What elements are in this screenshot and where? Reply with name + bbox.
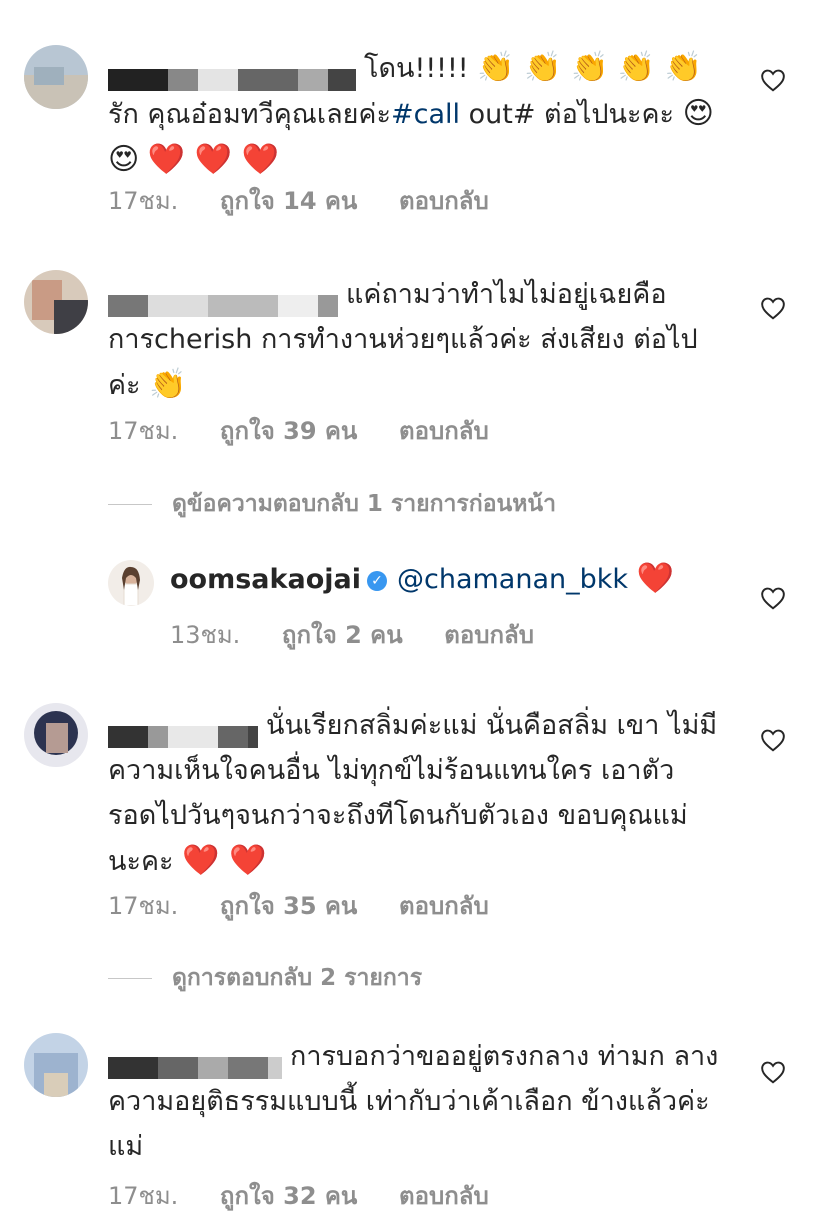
timestamp: 17ชม.: [108, 1182, 179, 1210]
avatar-image: [24, 1033, 88, 1097]
reply-button[interactable]: ตอบกลับ: [444, 621, 534, 649]
comment-text: นั่นเรียกสลิ่มค่ะแม่ นั่นคือสลิ่ม เขา ไม…: [108, 703, 720, 884]
clap-emoji-icon: 👏: [149, 367, 187, 402]
likes-count[interactable]: ถูกใจ 2 คน: [282, 621, 403, 649]
view-replies[interactable]: ดูการตอบกลับ 2 รายการ: [108, 960, 422, 996]
divider: [108, 504, 152, 505]
comment-meta: 17ชม. ถูกใจ 35 คน ตอบกลับ: [108, 886, 523, 925]
likes-count[interactable]: ถูกใจ 35 คน: [220, 892, 357, 920]
heart-outline-icon[interactable]: [760, 586, 786, 610]
avatar[interactable]: [24, 270, 88, 334]
username[interactable]: oomsakaojai: [170, 564, 361, 595]
reply-button[interactable]: ตอบกลับ: [399, 892, 489, 920]
likes-count[interactable]: ถูกใจ 32 คน: [220, 1182, 357, 1210]
username-redacted[interactable]: [108, 57, 356, 91]
timestamp: 17ชม.: [108, 892, 179, 920]
reply-button[interactable]: ตอบกลับ: [399, 187, 489, 215]
comment-body-cont: รัก คุณอ๋อมทวีคุณเลยค่ะ: [108, 99, 391, 130]
view-previous-replies[interactable]: ดูข้อความตอบกลับ 1 รายการก่อนหน้า: [108, 486, 556, 522]
red-heart-emoji-icon: ❤️ ❤️ ❤️: [147, 142, 280, 177]
divider: [108, 978, 152, 979]
mention-link[interactable]: @chamanan_bkk: [397, 564, 628, 595]
username-redacted[interactable]: [108, 1045, 282, 1079]
timestamp: 17ชม.: [108, 417, 179, 445]
username-redacted[interactable]: [108, 283, 338, 317]
view-previous-label: ดูข้อความตอบกลับ 1 รายการก่อนหน้า: [172, 491, 557, 517]
comment-meta: 17ชม. ถูกใจ 39 คน ตอบกลับ: [108, 411, 523, 450]
reply-button[interactable]: ตอบกลับ: [399, 417, 489, 445]
heart-outline-icon[interactable]: [760, 296, 786, 320]
comment-meta: 17ชม. ถูกใจ 32 คน ตอบกลับ: [108, 1176, 523, 1215]
heart-outline-icon[interactable]: [760, 1060, 786, 1084]
comment-body-end: out# ต่อไปนะคะ: [460, 99, 675, 130]
heart-outline-icon[interactable]: [760, 68, 786, 92]
comment-body: โดน!!!!!: [364, 53, 469, 84]
avatar-image: [24, 45, 88, 109]
comment-text: oomsakaojai ✓ @chamanan_bkk ❤️: [170, 556, 730, 602]
avatar[interactable]: [24, 1033, 88, 1097]
reply-button[interactable]: ตอบกลับ: [399, 1182, 489, 1210]
view-replies-label: ดูการตอบกลับ 2 รายการ: [172, 965, 423, 991]
avatar[interactable]: [108, 560, 154, 606]
likes-count[interactable]: ถูกใจ 14 คน: [220, 187, 357, 215]
avatar-image: [24, 703, 88, 767]
comment-text: การบอกว่าขออยู่ตรงกลาง ท่ามก ลางความอยุต…: [108, 1034, 720, 1169]
likes-count[interactable]: ถูกใจ 39 คน: [220, 417, 357, 445]
red-heart-emoji-icon: ❤️ ❤️: [182, 843, 267, 878]
clap-emoji-icon: 👏 👏 👏 👏 👏: [477, 50, 703, 85]
timestamp: 13ชม.: [170, 621, 241, 649]
timestamp: 17ชม.: [108, 187, 179, 215]
username-redacted[interactable]: [108, 714, 258, 748]
red-heart-emoji-icon: ❤️: [636, 561, 674, 596]
comment-meta: 13ชม. ถูกใจ 2 คน ตอบกลับ: [170, 615, 568, 654]
comment-meta: 17ชม. ถูกใจ 14 คน ตอบกลับ: [108, 181, 523, 220]
avatar[interactable]: [24, 703, 88, 767]
avatar[interactable]: [24, 45, 88, 109]
verified-badge-icon: ✓: [366, 570, 387, 591]
comment-text: โดน!!!!! 👏 👏 👏 👏 👏 รัก คุณอ๋อมทวีคุณเลยค…: [108, 45, 720, 183]
avatar-image: [108, 560, 154, 606]
comment-text: แค่ถามว่าทำไมไม่อยู่เฉยคือ การcherish กา…: [108, 272, 720, 408]
avatar-image: [24, 270, 88, 334]
heart-outline-icon[interactable]: [760, 728, 786, 752]
hashtag-link[interactable]: #call: [391, 99, 460, 130]
